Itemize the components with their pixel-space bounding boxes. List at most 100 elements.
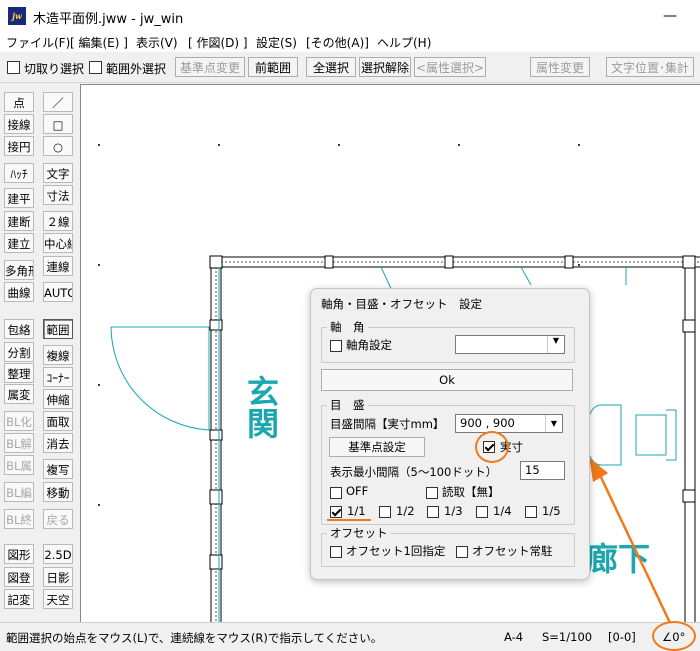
- outside-select-label: 範囲外選択: [106, 62, 167, 76]
- tool-tangent[interactable]: 接線: [4, 114, 34, 134]
- tool-symbol-change[interactable]: 記変: [4, 589, 34, 609]
- window-title: 木造平面例.jww - jw_win: [33, 12, 184, 27]
- tool-2-5d[interactable]: 2.5D: [43, 544, 73, 564]
- offset-once-label: オフセット1回指定: [346, 544, 446, 558]
- ratio-1-2-checkbox[interactable]: [379, 506, 391, 518]
- ratio-1-5-label: 1/5: [542, 504, 561, 518]
- tool-block-end[interactable]: BL終: [4, 509, 34, 529]
- tool-sun-shadow[interactable]: 日影: [43, 567, 73, 587]
- offset-always-label: オフセット常駐: [472, 544, 553, 558]
- tool-erase[interactable]: 消去: [43, 433, 73, 453]
- tool-figure[interactable]: 図形: [4, 544, 34, 564]
- tool-attribute-change[interactable]: 属変: [4, 384, 34, 404]
- attr-change-button[interactable]: 属性変更: [530, 57, 590, 77]
- tool-copy[interactable]: 複写: [43, 459, 73, 479]
- prev-range-button[interactable]: 前範囲: [248, 57, 298, 77]
- menu-file[interactable]: ファイル(F): [6, 34, 70, 51]
- scale-interval-value: 900 , 900: [460, 416, 515, 430]
- status-scale[interactable]: S=1/100: [542, 630, 592, 644]
- select-all-button[interactable]: 全選択: [306, 57, 356, 77]
- minimize-button[interactable]: —: [650, 4, 690, 28]
- outside-select-checkbox[interactable]: [89, 61, 102, 74]
- menu-other[interactable]: [その他(A)]: [306, 34, 369, 51]
- tool-block-release[interactable]: BL解: [4, 433, 34, 453]
- deselect-button[interactable]: 選択解除: [359, 57, 411, 77]
- scale-interval-dropdown[interactable]: 900 , 900 ▼: [455, 414, 563, 433]
- scale-interval-label: 目盛間隔【実寸mm】: [330, 417, 445, 431]
- tool-building-elevation[interactable]: 建立: [4, 233, 34, 253]
- menu-view[interactable]: 表示(V): [136, 34, 178, 51]
- tool-building-plan[interactable]: 建平: [4, 188, 34, 208]
- title-bar: jw 木造平面例.jww - jw_win —: [0, 0, 700, 32]
- label-entrance: 玄関: [242, 375, 280, 439]
- off-checkbox[interactable]: [330, 487, 342, 499]
- app-icon: jw: [8, 7, 26, 25]
- tool-stretch[interactable]: 伸縮: [43, 389, 73, 409]
- cut-select-checkbox[interactable]: [7, 61, 20, 74]
- tool-envelope[interactable]: 包絡: [4, 319, 34, 339]
- tool-text[interactable]: 文字: [43, 163, 73, 183]
- tool-building-section[interactable]: 建断: [4, 211, 34, 231]
- status-bar: 範囲選択の始点をマウス(L)で、連続線をマウス(R)で指示してください。 A-4…: [0, 621, 700, 651]
- offset-once-checkbox[interactable]: [330, 546, 342, 558]
- menu-settings[interactable]: 設定(S): [256, 34, 297, 51]
- ratio-1-2-label: 1/2: [396, 504, 415, 518]
- ratio-1-5-checkbox[interactable]: [525, 506, 537, 518]
- min-interval-input[interactable]: 15: [520, 461, 565, 480]
- tool-double-line[interactable]: ２線: [43, 211, 73, 231]
- tool-block-attribute[interactable]: BL属: [4, 455, 34, 475]
- tool-undo[interactable]: 戻る: [43, 509, 73, 529]
- text-position-button[interactable]: 文字位置･集計: [606, 57, 694, 77]
- tool-block-edit[interactable]: BL編: [4, 482, 34, 502]
- menu-edit[interactable]: [ 編集(E) ]: [70, 34, 128, 51]
- tool-polygon[interactable]: 多角形: [4, 260, 34, 280]
- tool-block-create[interactable]: BL化: [4, 411, 34, 431]
- tool-range[interactable]: 範囲: [43, 319, 73, 339]
- tool-curve[interactable]: 曲線: [4, 282, 34, 302]
- tool-figure-register[interactable]: 図登: [4, 567, 34, 587]
- ok-button[interactable]: Ok: [321, 369, 573, 391]
- status-paper-size[interactable]: A-4: [504, 630, 523, 644]
- base-point-button[interactable]: 基準点設定: [329, 437, 425, 457]
- toolbar: 切取り選択 範囲外選択 基準点変更 前範囲 全選択 選択解除 <属性選択> 属性…: [0, 52, 700, 83]
- tool-center-line[interactable]: 中心線: [43, 233, 73, 253]
- ratio-1-3-checkbox[interactable]: [427, 506, 439, 518]
- status-layer[interactable]: [0-0]: [608, 630, 636, 644]
- tool-continuous-line[interactable]: 連線: [43, 256, 73, 276]
- tool-line[interactable]: ／: [43, 92, 73, 112]
- tool-copy-line[interactable]: 複線: [43, 345, 73, 365]
- tool-chamfer[interactable]: 面取: [43, 411, 73, 431]
- scale-group-title: 目 盛: [327, 397, 368, 413]
- tool-hatch[interactable]: ﾊｯﾁ: [4, 163, 34, 183]
- tool-sky-factor[interactable]: 天空: [43, 589, 73, 609]
- tool-circle[interactable]: ○: [43, 136, 73, 156]
- axis-setting-checkbox[interactable]: [330, 340, 342, 352]
- axis-scale-offset-dialog: 軸角・目盛・オフセット 設定 軸 角 軸角設定 ▼ Ok 目 盛 目盛間隔【実寸…: [310, 288, 590, 580]
- tool-point[interactable]: 点: [4, 92, 34, 112]
- tool-move[interactable]: 移動: [43, 482, 73, 502]
- tool-dimension[interactable]: 寸法: [43, 185, 73, 205]
- ratio-1-4-checkbox[interactable]: [476, 506, 488, 518]
- ratio-1-1-label: 1/1: [347, 504, 366, 518]
- axis-angle-dropdown[interactable]: ▼: [455, 335, 565, 354]
- tool-rectangle[interactable]: □: [43, 114, 73, 134]
- dialog-title: 軸角・目盛・オフセット 設定: [321, 297, 482, 311]
- read-none-checkbox[interactable]: [426, 487, 438, 499]
- ratio-1-4-label: 1/4: [493, 504, 512, 518]
- offset-always-checkbox[interactable]: [456, 546, 468, 558]
- highlight-circle: [475, 431, 509, 463]
- cut-select-label: 切取り選択: [24, 62, 85, 76]
- tool-palette: 点 接線 接円 ﾊｯﾁ 建平 建断 建立 多角形 曲線 包絡 分割 整理 属変 …: [0, 84, 78, 622]
- menu-bar: ファイル(F) [ 編集(E) ] 表示(V) [ 作図(D) ] 設定(S) …: [0, 32, 700, 52]
- tool-auto[interactable]: AUTO: [43, 282, 73, 302]
- base-change-button[interactable]: 基準点変更: [175, 57, 245, 77]
- off-label: OFF: [346, 484, 369, 498]
- menu-help[interactable]: ヘルプ(H): [377, 34, 431, 51]
- tool-tangent-circle[interactable]: 接円: [4, 136, 34, 156]
- menu-draw[interactable]: [ 作図(D) ]: [188, 34, 248, 51]
- tool-corner[interactable]: ｺｰﾅｰ: [43, 367, 73, 387]
- ratio-1-1-checkbox[interactable]: [330, 506, 342, 518]
- attr-select-button[interactable]: <属性選択>: [414, 57, 486, 77]
- tool-divide[interactable]: 分割: [4, 342, 34, 362]
- tool-arrange[interactable]: 整理: [4, 363, 34, 383]
